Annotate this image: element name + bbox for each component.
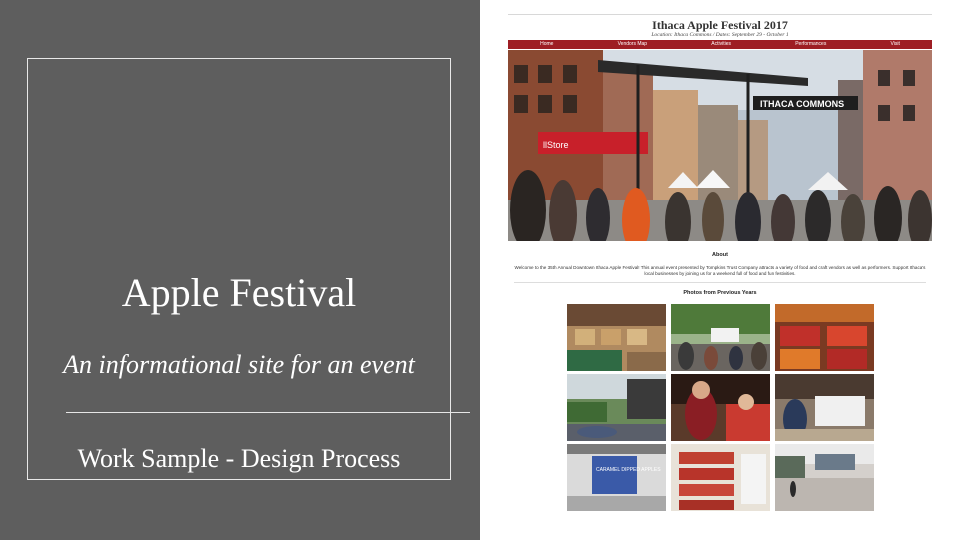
title-panel: Apple Festival An informational site for… [0,0,480,540]
site-location-dates: Location: Ithaca Commons / Dates: Septem… [651,32,789,38]
gallery-photo-apple-shelves[interactable] [671,444,770,511]
page-top-rule [508,14,932,15]
photos-heading: Photos from Previous Years [683,290,757,296]
gallery-photo-open-square[interactable] [775,444,874,511]
nav-visit[interactable]: Visit [891,40,900,49]
gallery-photo-market-stall[interactable] [775,374,874,441]
nav-performances[interactable]: Performances [795,40,826,49]
gallery-photo-commons-view[interactable] [567,374,666,441]
gallery-photo-street-crowd[interactable] [671,304,770,371]
slide-subtitle: An informational site for an event [63,350,415,379]
slide-divider [66,412,470,413]
about-text: Welcome to the 35th Annual Downtown Itha… [514,265,926,276]
nav-vendors-map[interactable]: Vendors Map [618,40,647,49]
hero-commons-sign: ITHACA COMMONS [760,99,844,109]
hero-street-photo: llStore ITHACA COMMONS [508,50,932,241]
site-title: Ithaca Apple Festival 2017 [652,18,788,32]
gallery-photo-baskets[interactable] [567,304,666,371]
caramel-sign-text: CARAMEL DIPPED APPLES [596,467,661,473]
website-mockup: Ithaca Apple Festival 2017 Location: Ith… [508,14,932,514]
gallery-photo-caramel-sign[interactable]: CARAMEL DIPPED APPLES [567,444,666,511]
slide-tagline: Work Sample - Design Process [77,444,401,473]
gallery-photo-vendor-apple[interactable] [671,374,770,441]
photo-gallery: CARAMEL DIPPED APPLES [567,304,874,512]
about-heading: About [712,252,728,258]
nav-home[interactable]: Home [540,40,553,49]
hero-image: llStore ITHACA COMMONS [508,50,932,241]
site-navbar: Home Vendors Map Activities Performances… [508,40,932,49]
hero-store-sign: llStore [543,140,569,150]
about-divider [514,282,926,283]
title-frame: Apple Festival An informational site for… [27,58,470,480]
gallery-photo-apple-crates[interactable] [775,304,874,371]
slide-title: Apple Festival [121,270,357,315]
nav-activities[interactable]: Activities [711,40,731,49]
